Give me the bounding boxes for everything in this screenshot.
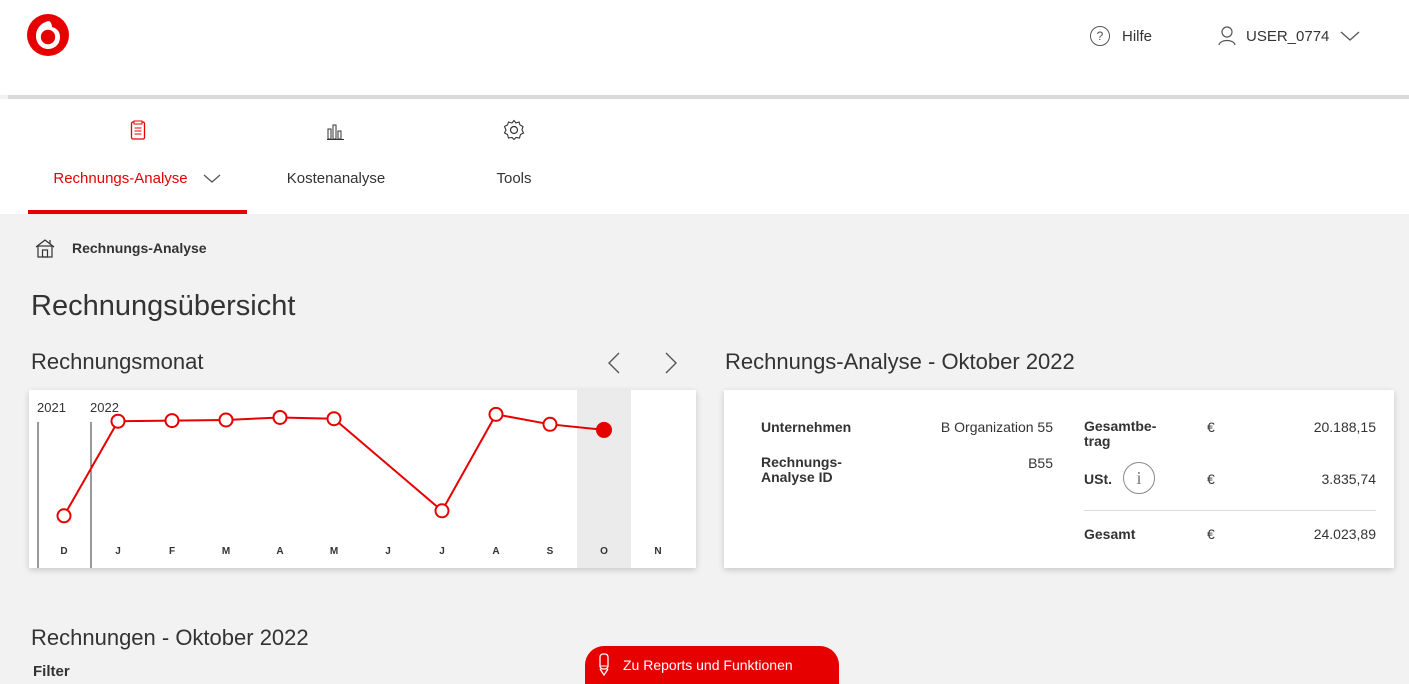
- grand-total-currency: €: [1207, 526, 1215, 542]
- month-tick-label: A: [276, 546, 283, 557]
- data-point: [326, 411, 342, 427]
- month-tick-label: O: [600, 546, 608, 557]
- selected-month-band: [577, 390, 631, 568]
- data-point: [488, 406, 504, 422]
- user-menu[interactable]: USER_0774: [1218, 26, 1361, 46]
- breadcrumb: Rechnungs-Analyse: [34, 238, 207, 258]
- help-label: Hilfe: [1122, 27, 1153, 45]
- filter-label[interactable]: Filter: [33, 663, 70, 680]
- data-point: [434, 503, 450, 519]
- tab-rechnungs-analyse[interactable]: Rechnungs-Analyse: [28, 99, 247, 214]
- total-currency: €: [1207, 419, 1215, 435]
- bar-chart-icon: [327, 124, 344, 140]
- month-chart-title: Rechnungsmonat: [31, 349, 204, 374]
- summary-divider: [1084, 510, 1376, 511]
- chevron-down-icon: [203, 174, 221, 183]
- month-tick-label: J: [385, 546, 391, 557]
- data-point: [542, 416, 558, 432]
- company-label: Unternehmen: [761, 419, 852, 435]
- grand-total-label: Gesamt: [1084, 526, 1136, 542]
- data-point: [164, 413, 180, 429]
- chevron-right-icon[interactable]: [664, 351, 678, 375]
- data-point: [218, 412, 234, 428]
- month-tick-label: A: [492, 546, 499, 557]
- month-tick-label: J: [115, 546, 121, 557]
- month-line-chart[interactable]: 2021 2022 D J F M A M J J A S O N: [29, 390, 696, 568]
- main-nav: Rechnungs-Analyse Kostenanalyse Tools: [0, 99, 1409, 214]
- vat-value: 3.835,74: [1321, 471, 1377, 487]
- info-icon[interactable]: i: [1123, 462, 1155, 494]
- month-tick-label: D: [60, 546, 67, 557]
- tab-label: Tools: [496, 170, 532, 187]
- selected-data-point: [596, 421, 612, 438]
- tab-tools[interactable]: Tools: [480, 99, 548, 214]
- analysis-title: Rechnungs-Analyse - Oktober 2022: [725, 349, 1075, 374]
- grand-total-value: 24.023,89: [1313, 526, 1376, 542]
- chevron-down-icon: [1340, 31, 1360, 41]
- month-chart-card: 2021 2022 D J F M A M J J A S O N: [29, 390, 696, 568]
- document-icon: [130, 120, 145, 140]
- total-value: 20.188,15: [1313, 419, 1376, 435]
- user-name: USER_0774: [1246, 27, 1330, 45]
- tab-kostenanalyse[interactable]: Kostenanalyse: [272, 99, 400, 214]
- month-tick-label: M: [330, 546, 338, 557]
- year-label: 2022: [90, 400, 119, 415]
- pen-icon: [599, 653, 609, 677]
- month-tick-label: J: [439, 546, 445, 557]
- breadcrumb-current: Rechnungs-Analyse: [72, 240, 207, 256]
- total-label: Gesamtbe- trag: [1084, 419, 1156, 449]
- invoices-title: Rechnungen - Oktober 2022: [31, 625, 309, 650]
- page-title: Rechnungsübersicht: [31, 290, 296, 322]
- month-tick-label: N: [654, 546, 661, 557]
- company-value: B Organization 55: [940, 419, 1053, 435]
- analysis-id-value: B55: [1028, 455, 1053, 471]
- analysis-id-label-line2: Analyse ID: [761, 469, 833, 485]
- tab-label: Rechnungs-Analyse: [53, 170, 188, 187]
- month-tick-label: S: [547, 546, 554, 557]
- analysis-id-label: Rechnungs- Analyse ID: [761, 455, 842, 485]
- vat-label: USt.: [1084, 471, 1112, 487]
- data-point: [110, 413, 126, 429]
- analysis-id-label-line1: Rechnungs-: [761, 454, 842, 470]
- data-point: [272, 409, 288, 425]
- user-icon: [1218, 26, 1236, 46]
- top-header: ? Hilfe USER_0774: [0, 0, 1409, 95]
- month-tick-label: M: [222, 546, 230, 557]
- vodafone-logo-icon[interactable]: [26, 13, 70, 57]
- gear-icon: [503, 119, 525, 141]
- month-tick-label: F: [169, 546, 175, 557]
- vat-currency: €: [1207, 471, 1215, 487]
- home-icon[interactable]: [34, 238, 56, 258]
- data-point: [56, 508, 72, 524]
- help-icon: ?: [1090, 26, 1110, 46]
- reports-button[interactable]: Zu Reports und Funktionen: [585, 646, 839, 684]
- total-label-line2: trag: [1084, 433, 1111, 449]
- help-link[interactable]: ? Hilfe: [1090, 26, 1152, 46]
- chevron-left-icon[interactable]: [607, 351, 621, 375]
- tab-label: Kostenanalyse: [286, 170, 386, 187]
- total-label-line1: Gesamtbe-: [1084, 418, 1157, 434]
- year-label: 2021: [37, 400, 66, 415]
- series-line: [63, 413, 605, 517]
- reports-button-label: Zu Reports und Funktionen: [623, 657, 793, 673]
